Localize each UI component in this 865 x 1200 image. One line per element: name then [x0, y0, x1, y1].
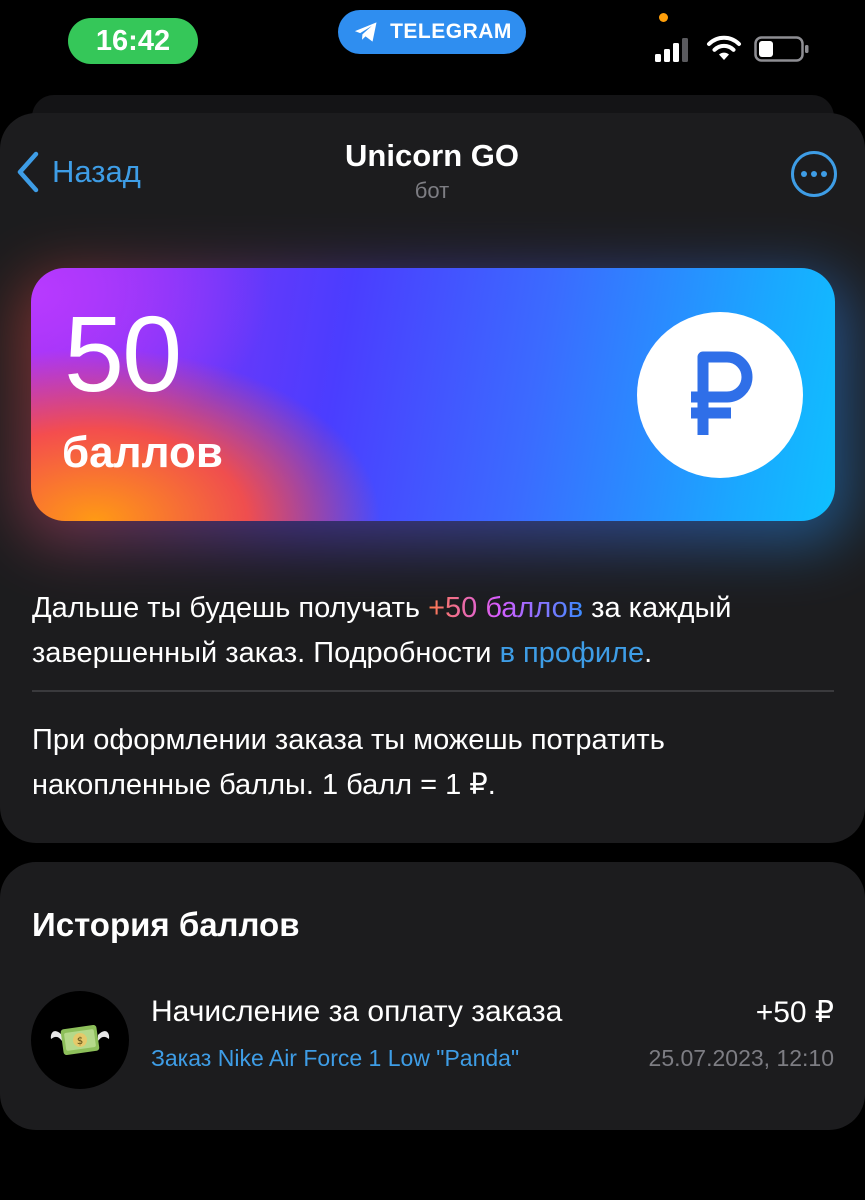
- svg-text:$: $: [77, 1036, 83, 1047]
- points-value: 50: [64, 293, 182, 414]
- transaction-amount: +50 ₽: [755, 996, 834, 1029]
- divider: [32, 690, 834, 692]
- cellular-signal-icon: [655, 38, 688, 62]
- description-text: Дальше ты будешь получать: [32, 592, 429, 624]
- dot-icon: [821, 171, 827, 177]
- dot-icon: [801, 171, 807, 177]
- points-description: Дальше ты будешь получать +50 баллов за …: [32, 586, 842, 676]
- privacy-indicator-dot: [659, 13, 668, 22]
- points-unit: баллов: [62, 428, 223, 477]
- ruble-icon: [691, 351, 753, 435]
- status-time: 16:42: [95, 24, 171, 57]
- bot-subtitle: бот: [414, 178, 450, 203]
- wifi-icon: [707, 35, 741, 60]
- transaction-title: Начисление за оплату заказа: [151, 995, 563, 1028]
- points-highlight: +50 баллов: [428, 592, 584, 624]
- more-options-button[interactable]: [791, 151, 837, 197]
- battery-icon: [754, 36, 809, 62]
- paper-plane-icon: [354, 22, 377, 42]
- back-label: Назад: [52, 154, 141, 189]
- ruble-badge: [637, 312, 803, 478]
- description-text: .: [644, 637, 653, 669]
- bot-title: Unicorn GO: [345, 138, 519, 173]
- back-button[interactable]: Назад: [14, 150, 141, 194]
- status-bar: 16:42 TELEGRAM: [0, 0, 865, 80]
- profile-link[interactable]: в профиле: [500, 637, 645, 669]
- transaction-avatar: $: [31, 991, 129, 1089]
- points-usage-info: При оформлении заказа ты можешь потратит…: [32, 724, 665, 801]
- chevron-left-icon: [17, 151, 39, 193]
- flying-money-icon: $: [50, 1025, 110, 1055]
- telegram-indicator[interactable]: TELEGRAM: [338, 10, 526, 54]
- transaction-date: 25.07.2023, 12:10: [648, 1045, 834, 1071]
- time-pill[interactable]: 16:42: [68, 18, 198, 64]
- points-balance-card: 50 баллов: [31, 268, 835, 521]
- dot-icon: [811, 171, 817, 177]
- telegram-label: TELEGRAM: [390, 20, 512, 43]
- transaction-order-link[interactable]: Заказ Nike Air Force 1 Low "Panda": [151, 1045, 519, 1072]
- history-title: История баллов: [32, 906, 300, 943]
